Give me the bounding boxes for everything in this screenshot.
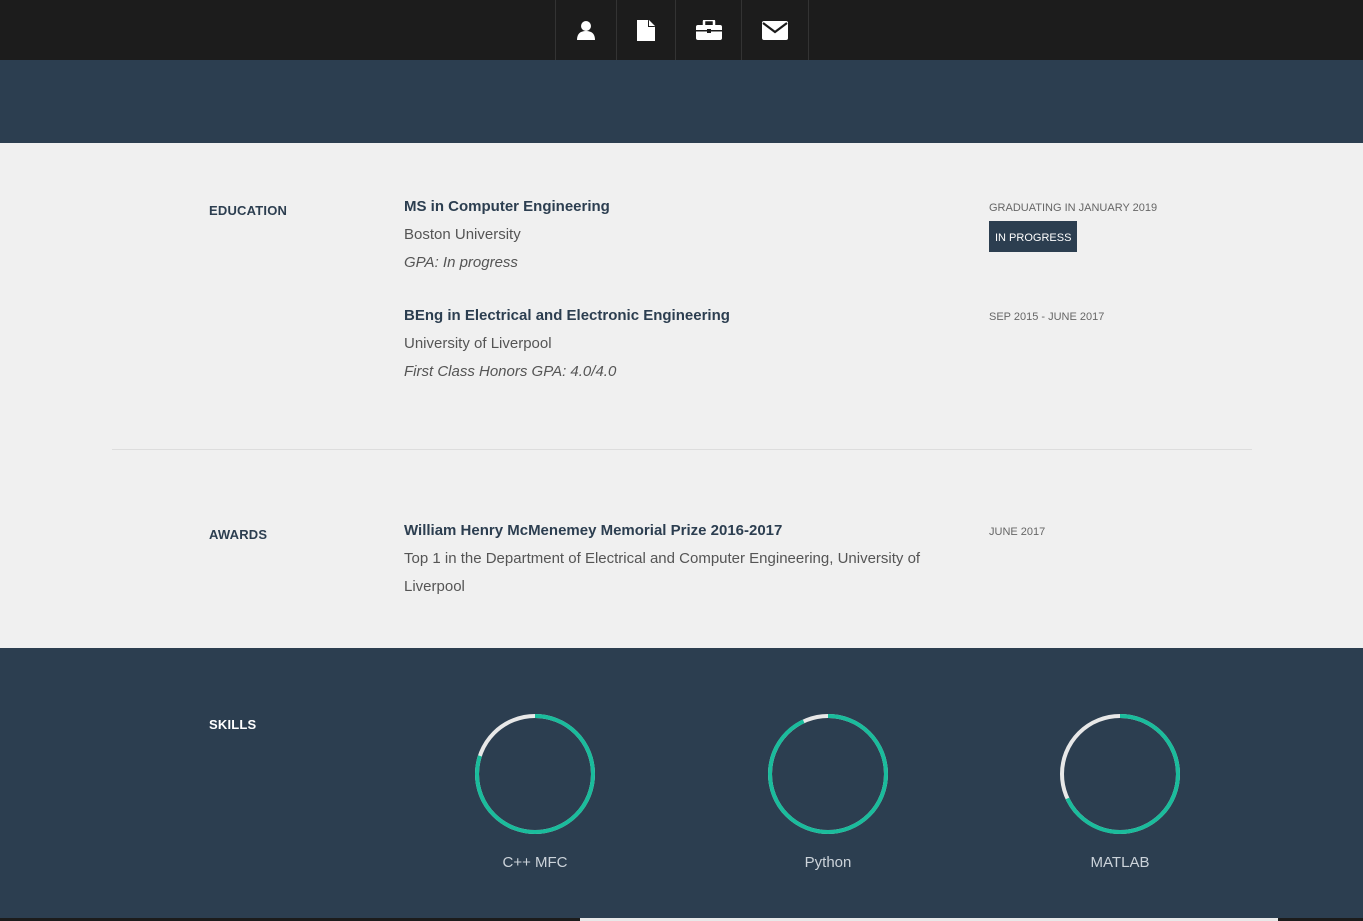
hero-band xyxy=(0,60,1363,143)
section-divider xyxy=(112,449,1252,450)
status-badge: IN PROGRESS xyxy=(989,221,1078,252)
file-icon xyxy=(637,19,655,41)
education-2-school: University of Liverpool xyxy=(404,335,552,352)
education-1-school: Boston University xyxy=(404,226,521,243)
award-1-title: William Henry McMenemey Memorial Prize 2… xyxy=(404,522,783,539)
user-icon xyxy=(576,20,596,40)
education-label: EDUCATION xyxy=(209,203,288,218)
nav-resume-button[interactable] xyxy=(616,0,675,60)
education-2-title: BEng in Electrical and Electronic Engine… xyxy=(404,307,730,324)
skills-label: SKILLS xyxy=(209,717,257,732)
education-1-date: GRADUATING IN JANUARY 2019 xyxy=(989,202,1158,214)
skill-name: C++ MFC xyxy=(502,854,568,871)
skill-name: MATLAB xyxy=(1090,854,1150,871)
skill-ring-matlab xyxy=(1060,714,1180,834)
award-1-description: Top 1 in the Department of Electrical an… xyxy=(404,550,921,595)
skill-ring-python xyxy=(768,714,888,834)
nav-items xyxy=(555,0,809,60)
award-1-date: JUNE 2017 xyxy=(989,526,1046,538)
skill-ring-cpp xyxy=(475,714,595,834)
nav-contact-button[interactable] xyxy=(741,0,809,60)
skill-python: Python xyxy=(766,712,890,871)
skill-name: Python xyxy=(804,854,852,871)
envelope-icon xyxy=(762,20,788,40)
top-navigation xyxy=(0,0,1363,60)
education-1-gpa: GPA: In progress xyxy=(404,254,518,271)
awards-label: AWARDS xyxy=(209,527,268,542)
skill-matlab: MATLAB xyxy=(1058,712,1182,871)
education-2-date: SEP 2015 - JUNE 2017 xyxy=(989,311,1105,323)
skills-section: SKILLS C++ MFC Python MATLAB xyxy=(0,648,1363,921)
nav-about-button[interactable] xyxy=(555,0,616,60)
skill-cpp-mfc: C++ MFC xyxy=(473,712,597,871)
nav-portfolio-button[interactable] xyxy=(675,0,741,60)
education-2-gpa: First Class Honors GPA: 4.0/4.0 xyxy=(404,363,617,380)
education-1-title: MS in Computer Engineering xyxy=(404,198,610,215)
briefcase-icon xyxy=(695,20,722,40)
